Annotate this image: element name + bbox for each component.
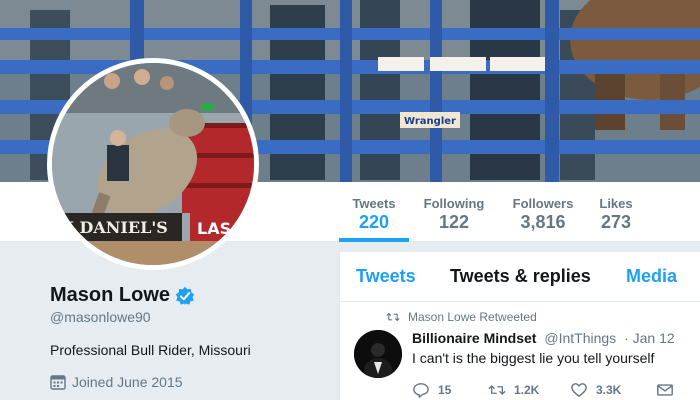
avatar-bull-riding-image: K DANIEL'S LAS V [52, 63, 254, 265]
direct-message-button[interactable] [656, 382, 674, 398]
retweet-count: 1.2K [514, 383, 540, 397]
retweet-context: Mason Lowe Retweeted [386, 310, 537, 324]
profile-name[interactable]: Mason Lowe [50, 284, 195, 307]
stat-tweets[interactable]: Tweets 220 [339, 182, 409, 242]
profile-bio: Professional Bull Rider, Missouri [50, 342, 251, 358]
tweet-date[interactable]: · Jan 12 [624, 330, 675, 346]
stat-following[interactable]: Following 122 [420, 182, 488, 242]
stat-likes[interactable]: Likes 273 [596, 182, 636, 242]
tab-tweets-and-replies[interactable]: Tweets & replies [450, 266, 591, 287]
retweet-action-icon [488, 385, 506, 395]
stat-likes-value: 273 [600, 212, 632, 232]
heart-icon [571, 383, 587, 397]
stat-following-value: 122 [438, 212, 470, 232]
profile-avatar[interactable]: K DANIEL'S LAS V [47, 58, 259, 270]
stat-followers-value: 3,816 [520, 212, 566, 232]
stat-following-label: Following [423, 196, 485, 211]
tweet-avatar-image [354, 330, 402, 378]
tweet-author-name[interactable]: Billionaire Mindset [412, 330, 536, 346]
avatar-sign-jack-daniels: K DANIEL'S [60, 218, 168, 237]
profile-handle: @masonlowe90 [50, 309, 151, 325]
banner-sign-wrangler: Wrangler [404, 116, 456, 127]
reply-icon [413, 383, 429, 398]
retweet-button[interactable]: 1.2K [488, 382, 570, 398]
tweet-author-handle[interactable]: @IntThings [544, 330, 616, 346]
profile-name-text: Mason Lowe [50, 284, 171, 306]
stat-tweets-label: Tweets [352, 196, 396, 211]
reply-button[interactable]: 15 [412, 382, 488, 398]
avatar-sign-las-vegas: LAS V [197, 219, 250, 238]
stat-likes-label: Likes [599, 196, 633, 211]
retweet-icon [386, 312, 400, 322]
profile-joined-text: Joined June 2015 [72, 374, 183, 390]
like-count: 3.3K [596, 383, 622, 397]
like-button[interactable]: 3.3K [570, 382, 656, 398]
retweet-context-text: Mason Lowe Retweeted [408, 310, 537, 324]
timeline-tabs: Tweets Tweets & replies Media [340, 252, 700, 302]
tab-tweets[interactable]: Tweets [356, 266, 416, 287]
calendar-icon [50, 375, 66, 390]
stat-followers[interactable]: Followers 3,816 [508, 182, 578, 242]
tweet-actions: 15 1.2K 3.3K [412, 382, 687, 398]
timeline: Tweets Tweets & replies Media Mason Lowe… [339, 252, 700, 400]
tweet-header: Billionaire Mindset @IntThings · Jan 12 [412, 330, 675, 346]
tweet-text: I can't is the biggest lie you tell your… [412, 350, 655, 366]
stat-followers-label: Followers [512, 196, 574, 211]
envelope-icon [657, 384, 673, 396]
reply-count: 15 [438, 383, 452, 397]
stat-tweets-value: 220 [358, 212, 390, 232]
verified-badge-icon [175, 286, 195, 305]
tweet-author-avatar[interactable] [354, 330, 402, 378]
profile-joined: Joined June 2015 [50, 374, 183, 390]
tab-media[interactable]: Media [626, 266, 677, 287]
tweet-item[interactable]: Mason Lowe Retweeted Billionaire Mindset… [340, 302, 700, 400]
